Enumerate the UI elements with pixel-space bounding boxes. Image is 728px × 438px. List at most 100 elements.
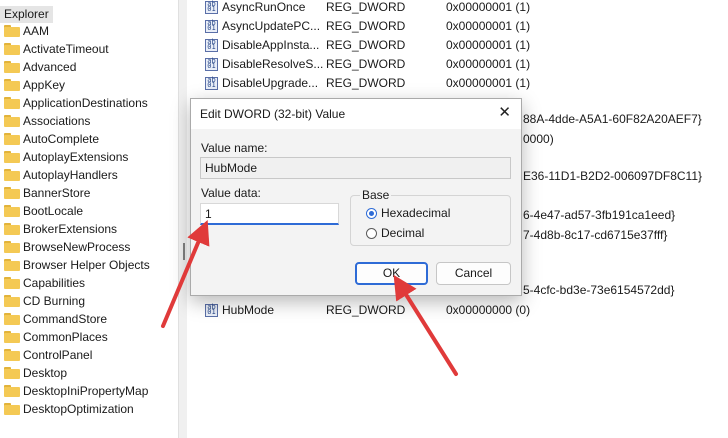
folder-icon [4,349,20,361]
value-type: REG_DWORD [326,57,406,71]
close-icon[interactable]: ✕ [498,105,511,121]
tree-item[interactable]: CommandStore [0,310,107,328]
tree-item[interactable]: BannerStore [0,184,90,202]
reg-binary-value-icon: ab 01 [205,20,218,33]
ok-button[interactable]: OK [355,262,428,285]
folder-icon [4,385,20,397]
folder-icon [4,403,20,415]
folder-icon [4,115,20,127]
value-type: REG_DWORD [326,303,406,317]
tree-item-label: BannerStore [23,186,91,200]
value-name-field[interactable]: HubMode [200,157,511,179]
tree-item[interactable]: AppKey [0,76,65,94]
value-data-partial: 7-4d8b-8c17-cd6715e37fff} [523,228,668,242]
tree-item[interactable]: Browser Helper Objects [0,256,150,274]
radio-hexadecimal[interactable]: Hexadecimal [366,206,450,220]
value-data: 0x00000001 (1) [446,38,531,52]
tree-item-label: ApplicationDestinations [23,96,148,110]
tree-item-label: CD Burning [23,294,86,308]
radio-selected-icon [366,207,377,219]
tree-item[interactable]: CommonPlaces [0,328,108,346]
tree-item[interactable]: Associations [0,112,90,130]
folder-icon [4,151,20,163]
radio-unselected-icon [366,227,377,239]
value-name: DisableUpgrade... [222,76,319,90]
tree-item-label: CommandStore [23,312,108,326]
tree-item-label: AppKey [23,78,66,92]
tree-item-label: Desktop [23,366,68,380]
tree-item[interactable]: AutoplayHandlers [0,166,118,184]
splitter-grip[interactable] [183,243,185,260]
value-type: REG_DWORD [326,76,406,90]
folder-icon [4,241,20,253]
folder-icon [4,367,20,379]
folder-icon [4,313,20,325]
folder-icon [4,43,20,55]
folder-icon [4,295,20,307]
folder-icon [4,97,20,109]
tree-item[interactable]: CD Burning [0,292,85,310]
reg-binary-value-icon: ab 01 [205,1,218,14]
value-name: HubMode [222,303,275,317]
reg-binary-value-icon: ab 01 [205,77,218,90]
value-name: DisableAppInsta... [222,38,320,52]
reg-binary-value-icon: ab 01 [205,39,218,52]
tree-item[interactable]: BootLocale [0,202,83,220]
dialog-titlebar: Edit DWORD (32-bit) Value ✕ [191,99,521,129]
tree-item-label: AutoComplete [23,132,100,146]
radio-decimal-label: Decimal [381,226,425,240]
tree-item-label: DesktopOptimization [23,402,134,416]
cancel-button[interactable]: Cancel [436,262,511,285]
tree-item[interactable]: BrokerExtensions [0,220,117,238]
registry-key-tree[interactable]: Explorer AAM ActivateTimeout Advanced AppKe… [0,0,178,438]
value-data: 0x00000000 (0) [446,303,531,317]
value-data-label: Value data: [201,186,261,200]
tree-item-label: AutoplayHandlers [23,168,118,182]
value-data-partial: 6-4e47-ad57-3fb191ca1eed} [523,208,676,222]
value-data: 0x00000001 (1) [446,76,531,90]
tree-item[interactable]: ActivateTimeout [0,40,109,58]
tree-item[interactable]: DesktopIniPropertyMap [0,382,148,400]
tree-item[interactable]: DesktopOptimization [0,400,134,418]
value-data-partial: E36-11D1-B2D2-006097DF8C11} [523,169,702,183]
tree-item-label: Capabilities [23,276,86,290]
tree-item[interactable]: ApplicationDestinations [0,94,148,112]
radio-hexadecimal-label: Hexadecimal [381,206,451,220]
tree-item-label: Browser Helper Objects [23,258,150,272]
tree-item[interactable]: ControlPanel [0,346,92,364]
tree-item[interactable]: Capabilities [0,274,85,292]
value-data-partial: 88A-4dde-A5A1-60F82A20AEF7} [523,112,702,126]
tree-item-label: ControlPanel [23,348,93,362]
folder-icon [4,79,20,91]
tree-item-label: Advanced [23,60,77,74]
tree-item[interactable]: AutoComplete [0,130,99,148]
tree-item[interactable]: AutoplayExtensions [0,148,128,166]
edit-dword-dialog: Edit DWORD (32-bit) Value ✕ Value name: … [190,98,522,296]
tree-item-label: BrowseNewProcess [23,240,131,254]
folder-icon [4,25,20,37]
tree-item[interactable]: AAM [0,22,49,40]
tree-root-explorer[interactable]: Explorer [0,6,53,23]
folder-icon [4,205,20,217]
value-type: REG_DWORD [326,38,406,52]
radio-decimal[interactable]: Decimal [366,226,424,240]
tree-item[interactable]: BrowseNewProcess [0,238,130,256]
value-name: DisableResolveS... [222,57,324,71]
value-name: AsyncRunOnce [222,0,306,14]
folder-icon [4,169,20,181]
tree-item-label: AutoplayExtensions [23,150,129,164]
value-name-label: Value name: [201,141,268,155]
tree-item[interactable]: Advanced [0,58,76,76]
folder-icon [4,277,20,289]
value-data: 0x00000001 (1) [446,0,531,14]
tree-item-label: Associations [23,114,91,128]
value-data-partial: 0000) [523,132,554,146]
tree-item[interactable]: Desktop [0,364,67,382]
base-groupbox: Base Hexadecimal Decimal [350,188,511,246]
value-type: REG_DWORD [326,0,406,14]
value-data-input[interactable]: 1 [200,203,339,225]
value-name: AsyncUpdatePC... [222,19,321,33]
folder-icon [4,223,20,235]
value-data-partial: 5-4cfc-bd3e-73e6154572dd} [523,283,675,297]
value-type: REG_DWORD [326,19,406,33]
